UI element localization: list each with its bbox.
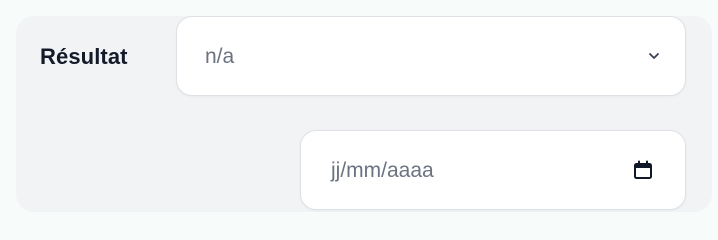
chevron-down-icon bbox=[649, 53, 659, 59]
result-select-value: n/a bbox=[205, 45, 235, 68]
result-label: Résultat bbox=[40, 44, 128, 69]
calendar-icon[interactable] bbox=[633, 160, 653, 180]
date-input[interactable]: jj/mm/aaaa bbox=[300, 130, 686, 210]
date-placeholder: jj/mm/aaaa bbox=[331, 159, 434, 182]
result-select[interactable]: n/a bbox=[176, 16, 686, 96]
